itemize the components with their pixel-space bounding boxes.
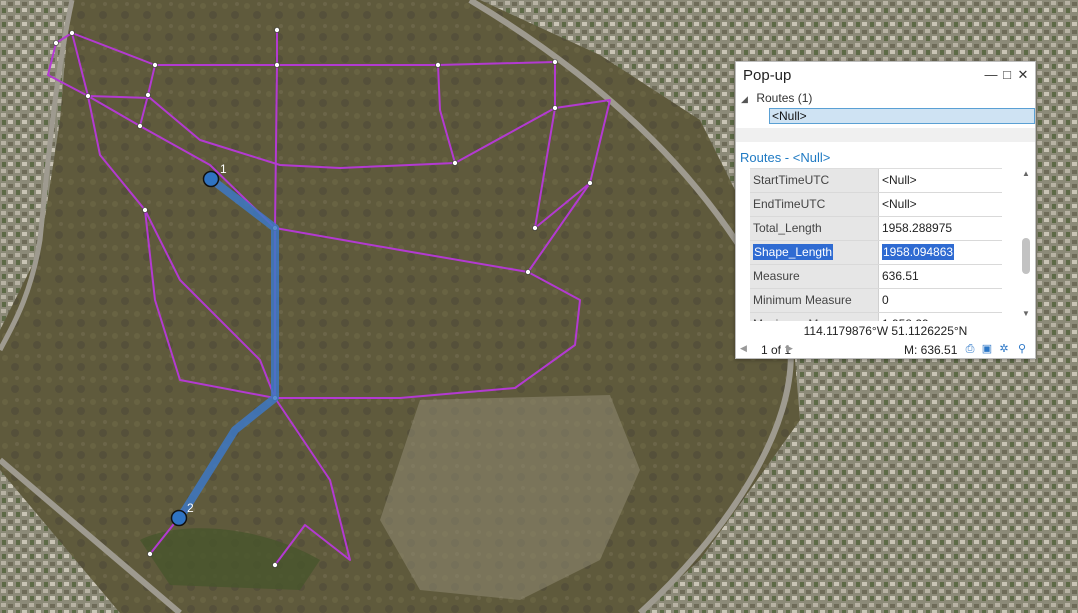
field-value: 636.51: [880, 265, 1002, 288]
field-name: Shape_Length: [750, 241, 879, 264]
map-extent-icon[interactable]: ▣: [980, 342, 994, 356]
field-value: 1958.288975: [880, 217, 1002, 240]
scroll-up-icon[interactable]: ▲: [1019, 168, 1033, 180]
section-title: Routes - <Null>: [740, 150, 831, 165]
selected-field-name: Shape_Length: [753, 244, 834, 260]
tree-layer-node[interactable]: ◢ Routes (1): [741, 91, 812, 107]
field-name: Minimum Measure: [750, 289, 879, 312]
stop-1-label: 1: [220, 162, 227, 176]
measure-readout: M: 636.51: [904, 343, 958, 357]
scroll-thumb[interactable]: [1022, 238, 1030, 274]
field-name: Total_Length: [750, 217, 879, 240]
zoom-to-icon[interactable]: ⚲: [1015, 342, 1029, 356]
minimize-icon[interactable]: —: [983, 66, 999, 84]
table-row[interactable]: EndTimeUTC <Null>: [750, 193, 1002, 217]
table-row[interactable]: Maximum Measure 1,958.29: [750, 313, 1002, 321]
field-value: <Null>: [880, 193, 1002, 216]
field-value: 1958.094863: [880, 241, 1002, 264]
coordinate-readout: 114.1179876°W 51.1126225°N: [803, 324, 968, 338]
field-name: Maximum Measure: [750, 313, 879, 321]
selected-field-value: 1958.094863: [882, 244, 955, 260]
table-row[interactable]: Total_Length 1958.288975: [750, 217, 1002, 241]
previous-feature-icon[interactable]: ◀: [740, 343, 747, 354]
table-row[interactable]: StartTimeUTC <Null>: [750, 169, 1002, 193]
table-row[interactable]: Measure 636.51: [750, 265, 1002, 289]
attribute-table: StartTimeUTC <Null> EndTimeUTC <Null> To…: [750, 168, 1002, 321]
popup-footer: ◀ 1 of 1 ▶ M: 636.51 ⎙ ▣ ✲ ⚲: [736, 341, 1035, 358]
stop-2-label: 2: [187, 501, 194, 515]
tree-feature-node[interactable]: <Null>: [769, 108, 1035, 124]
popup-header: Pop-up — □ ✕: [736, 62, 1035, 90]
section-divider: [736, 128, 1035, 142]
field-name: StartTimeUTC: [750, 169, 879, 192]
tree-layer-label: Routes (1): [756, 91, 813, 105]
close-icon[interactable]: ✕: [1015, 66, 1031, 84]
maximize-icon[interactable]: □: [999, 66, 1015, 84]
table-row-selected[interactable]: Shape_Length 1958.094863: [750, 241, 1002, 265]
field-name: EndTimeUTC: [750, 193, 879, 216]
attribute-scrollbar[interactable]: ▲ ▼: [1019, 168, 1033, 320]
field-value: <Null>: [880, 169, 1002, 192]
print-icon[interactable]: ⎙: [963, 342, 977, 356]
next-feature-icon[interactable]: ▶: [786, 343, 793, 354]
field-value: 1,958.29: [880, 313, 1002, 321]
table-row[interactable]: Minimum Measure 0: [750, 289, 1002, 313]
scroll-down-icon[interactable]: ▼: [1019, 308, 1033, 320]
collapse-arrow-icon[interactable]: ◢: [741, 94, 753, 105]
field-value: 0: [880, 289, 1002, 312]
popup-pane[interactable]: Pop-up — □ ✕ ◢ Routes (1) <Null> Routes …: [735, 61, 1036, 359]
popup-title: Pop-up: [743, 67, 792, 84]
flash-icon[interactable]: ✲: [997, 342, 1011, 356]
field-name: Measure: [750, 265, 879, 288]
